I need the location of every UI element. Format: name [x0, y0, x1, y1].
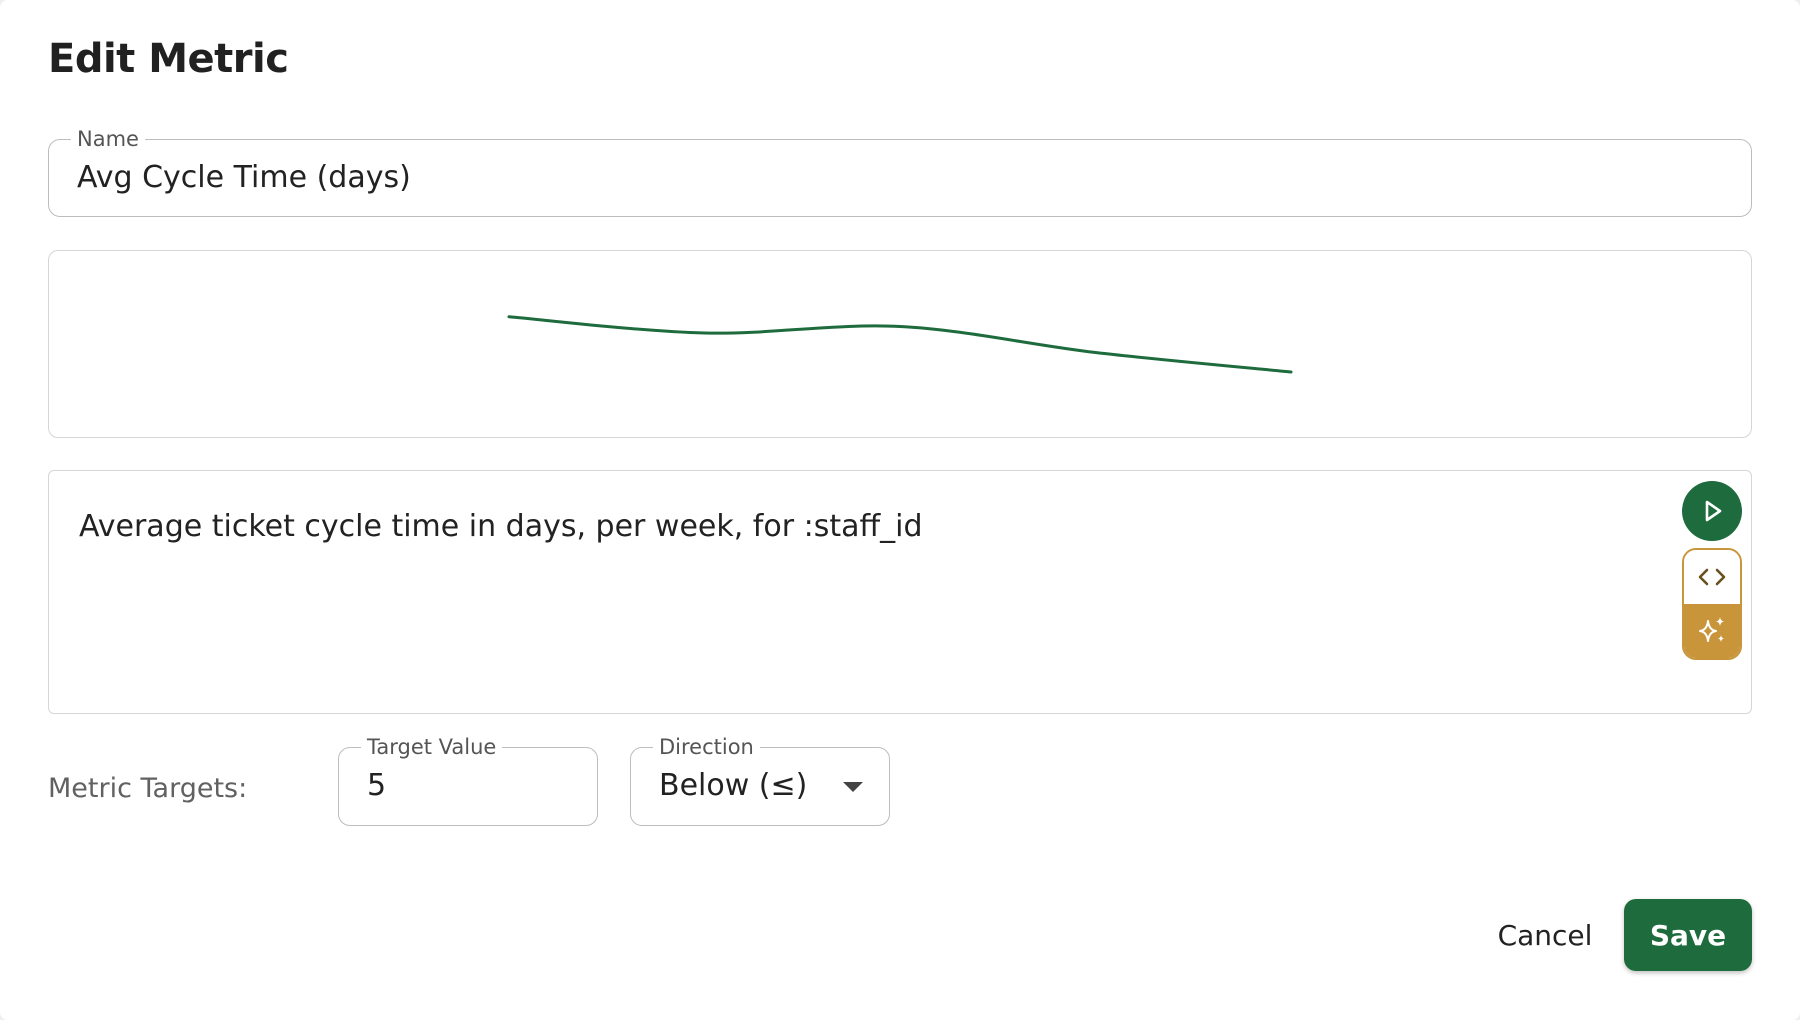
code-mode-button[interactable] [1684, 550, 1740, 604]
direction-label: Direction [653, 735, 760, 759]
run-query-button[interactable] [1682, 481, 1742, 541]
metric-preview-chart [48, 250, 1752, 438]
sparkle-icon [1699, 617, 1724, 642]
direction-select[interactable]: Direction Below (≤) [630, 735, 890, 826]
target-value-label: Target Value [361, 735, 503, 759]
chart-svg [507, 315, 1293, 374]
ai-mode-button[interactable] [1684, 604, 1740, 658]
dialog-title: Edit Metric [48, 36, 289, 82]
editor-mode-toggle[interactable] [1682, 548, 1742, 660]
metric-targets-label: Metric Targets: [48, 773, 248, 804]
chevron-down-icon[interactable] [843, 782, 863, 792]
save-button[interactable]: Save [1624, 899, 1752, 971]
series-line [507, 315, 1293, 374]
cancel-button[interactable]: Cancel [1480, 900, 1610, 970]
name-input[interactable]: Avg Cycle Time (days) [77, 160, 411, 195]
name-field-label: Name [71, 127, 145, 151]
code-brackets-icon [1698, 568, 1726, 586]
query-editor[interactable]: Average ticket cycle time in days, per w… [48, 470, 1752, 714]
edit-metric-dialog: Edit Metric Name Avg Cycle Time (days) A… [0, 0, 1800, 1020]
target-value-input[interactable]: 5 [367, 768, 386, 803]
name-field[interactable]: Name Avg Cycle Time (days) [48, 127, 1752, 217]
target-value-field[interactable]: Target Value 5 [338, 735, 598, 826]
direction-value[interactable]: Below (≤) [659, 768, 807, 803]
query-text[interactable]: Average ticket cycle time in days, per w… [79, 509, 923, 544]
play-icon [1705, 500, 1722, 522]
